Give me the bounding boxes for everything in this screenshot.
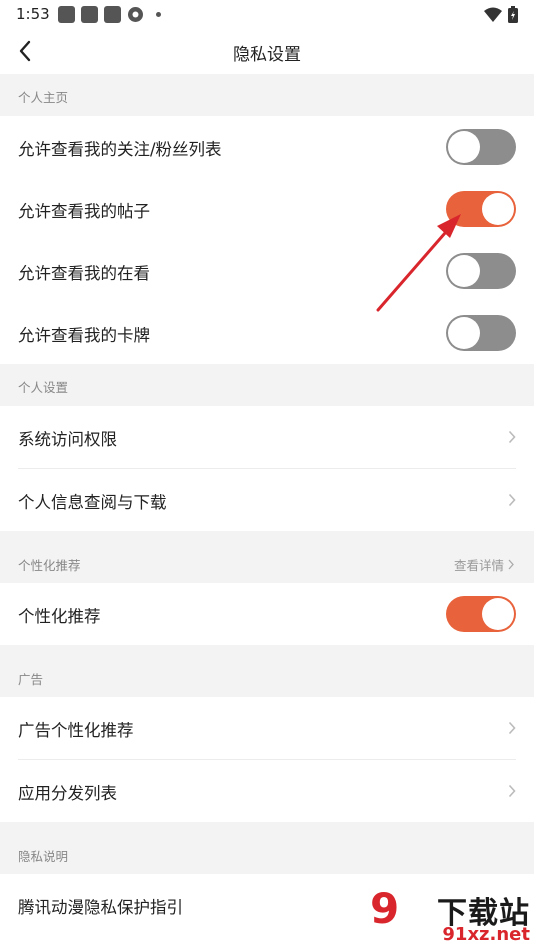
setting-label: 系统访问权限 [18,430,117,449]
toggle-knob [448,317,480,349]
setting-row-ad-personalization[interactable]: 广告个性化推荐 [0,697,534,759]
watermark-logo: 9 [370,884,400,933]
setting-label: 应用分发列表 [18,784,117,803]
setting-row-watching: 允许查看我的在看 [0,240,534,302]
setting-label: 允许查看我的卡牌 [18,326,150,345]
section-label: 个性化推荐 [18,558,81,573]
toggle-personalized[interactable] [446,596,516,632]
toggle-knob [482,193,514,225]
setting-label: 广告个性化推荐 [18,721,134,740]
page-title: 隐私设置 [233,45,301,65]
aperture-icon [128,7,143,22]
notification-icons [58,6,161,23]
toggle-cards[interactable] [446,315,516,351]
section-label: 广告 [18,672,44,687]
setting-label: 允许查看我的帖子 [18,202,150,221]
setting-label: 腾讯动漫隐私保护指引 [18,898,183,917]
section-label: 隐私说明 [18,849,69,864]
setting-row-personalized: 个性化推荐 [0,583,534,645]
section-label: 个人设置 [18,380,69,395]
chevron-right-icon [508,493,516,507]
view-details-label: 查看详情 [453,558,504,573]
chevron-right-icon [508,721,516,735]
system-icons [484,6,518,23]
view-details-link[interactable]: 查看详情 [454,555,514,574]
chevron-right-icon [508,559,514,570]
wifi-icon [484,7,502,22]
setting-label: 个性化推荐 [18,607,101,626]
section-header-privacy-notes: 隐私说明 [0,822,534,874]
section-header-personalized: 个性化推荐 查看详情 [0,531,534,583]
notification-icon [58,6,75,23]
chevron-right-icon [508,430,516,444]
section-header-ads: 广告 [0,645,534,697]
setting-row-app-distribution[interactable]: 应用分发列表 [0,760,534,822]
watermark-url: 91xz.net [442,924,530,945]
watermark: 9 下载站 91xz.net [364,880,534,950]
setting-label: 允许查看我的在看 [18,264,150,283]
setting-row-posts: 允许查看我的帖子 [0,178,534,240]
nav-bar: 隐私设置 [0,28,534,74]
toggle-posts[interactable] [446,191,516,227]
status-time: 1:53 [16,5,50,23]
setting-label: 个人信息查阅与下载 [18,493,167,512]
section-header-personal-home: 个人主页 [0,74,534,116]
notification-icon [104,6,121,23]
setting-label: 允许查看我的关注/粉丝列表 [18,140,222,159]
toggle-follow-list[interactable] [446,129,516,165]
notification-icon [81,6,98,23]
battery-icon [508,6,518,23]
setting-row-system-access[interactable]: 系统访问权限 [0,406,534,468]
setting-row-info-download[interactable]: 个人信息查阅与下载 [0,469,534,531]
toggle-knob [448,131,480,163]
setting-row-follow-list: 允许查看我的关注/粉丝列表 [0,116,534,178]
setting-row-cards: 允许查看我的卡牌 [0,302,534,364]
toggle-knob [448,255,480,287]
more-notifications-icon [156,12,161,17]
toggle-knob [482,598,514,630]
section-header-personal-settings: 个人设置 [0,364,534,406]
chevron-right-icon [508,784,516,798]
section-label: 个人主页 [18,90,69,105]
status-bar: 1:53 [0,0,534,28]
toggle-watching[interactable] [446,253,516,289]
